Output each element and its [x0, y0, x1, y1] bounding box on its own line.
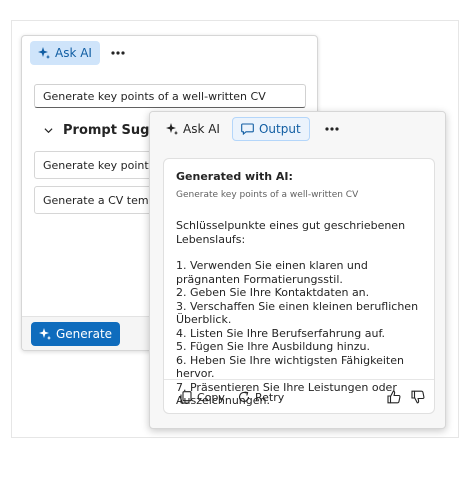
retry-icon [238, 391, 250, 403]
sparkle-icon [38, 47, 50, 59]
list-item: 3. Verschaffen Sie einen kleinen berufli… [176, 299, 419, 327]
ask-ai-tab-label: Ask AI [55, 46, 92, 60]
more-options-button[interactable] [322, 119, 342, 139]
generate-button-label: Generate [56, 327, 113, 341]
thumbs-down-button[interactable] [409, 388, 427, 406]
thumbs-up-button[interactable] [385, 388, 403, 406]
more-icon [111, 51, 125, 55]
retry-button-label: Retry [255, 390, 285, 404]
sparkle-icon [166, 123, 178, 135]
output-card-prompt: Generate key points of a well-written CV [176, 190, 359, 200]
copy-button-label: Copy [197, 390, 225, 404]
chat-icon [241, 123, 254, 135]
output-tab-label: Output [258, 122, 301, 136]
list-item: 6. Heben Sie Ihre wichtigsten Fähigkeite… [176, 353, 404, 381]
output-panel: Ask AI Output Generated with AI: Generat… [149, 111, 446, 429]
more-icon [325, 127, 339, 131]
output-card: Generated with AI: Generate key points o… [163, 158, 435, 414]
chevron-down-icon [44, 126, 53, 135]
ask-ai-tab[interactable]: Ask AI [30, 41, 100, 65]
output-intro: Schlüsselpunkte eines gut geschriebenen … [176, 219, 406, 246]
retry-button[interactable]: Retry [238, 388, 284, 406]
output-tab[interactable]: Output [231, 117, 310, 141]
prompt-input[interactable]: Generate key points of a well-written CV [34, 84, 306, 108]
output-card-title: Generated with AI: [176, 170, 293, 183]
ask-ai-tab[interactable]: Ask AI [158, 117, 228, 141]
ask-ai-tab-label: Ask AI [183, 122, 220, 136]
prompt-input-value: Generate key points of a well-written CV [43, 89, 266, 103]
list-item: 2. Geben Sie Ihre Kontaktdaten an. [176, 286, 370, 299]
thumbs-up-icon [387, 390, 401, 404]
list-item: 4. Listen Sie Ihre Berufserfahrung auf. [176, 326, 386, 340]
list-item: 1. Verwenden Sie einen klaren und prägna… [176, 259, 368, 286]
card-actions: Copy Retry [164, 380, 434, 414]
generate-button[interactable]: Generate [31, 322, 121, 346]
sparkle-icon [39, 328, 51, 340]
prompt-panel-toolbar: Ask AI [22, 36, 317, 70]
copy-icon [180, 390, 192, 404]
copy-button[interactable]: Copy [180, 388, 225, 406]
thumbs-down-icon [411, 390, 425, 404]
more-options-button[interactable] [108, 43, 128, 63]
output-panel-toolbar: Ask AI Output [150, 112, 445, 146]
list-item: 5. Fügen Sie Ihre Ausbildung hinzu. [176, 340, 370, 353]
